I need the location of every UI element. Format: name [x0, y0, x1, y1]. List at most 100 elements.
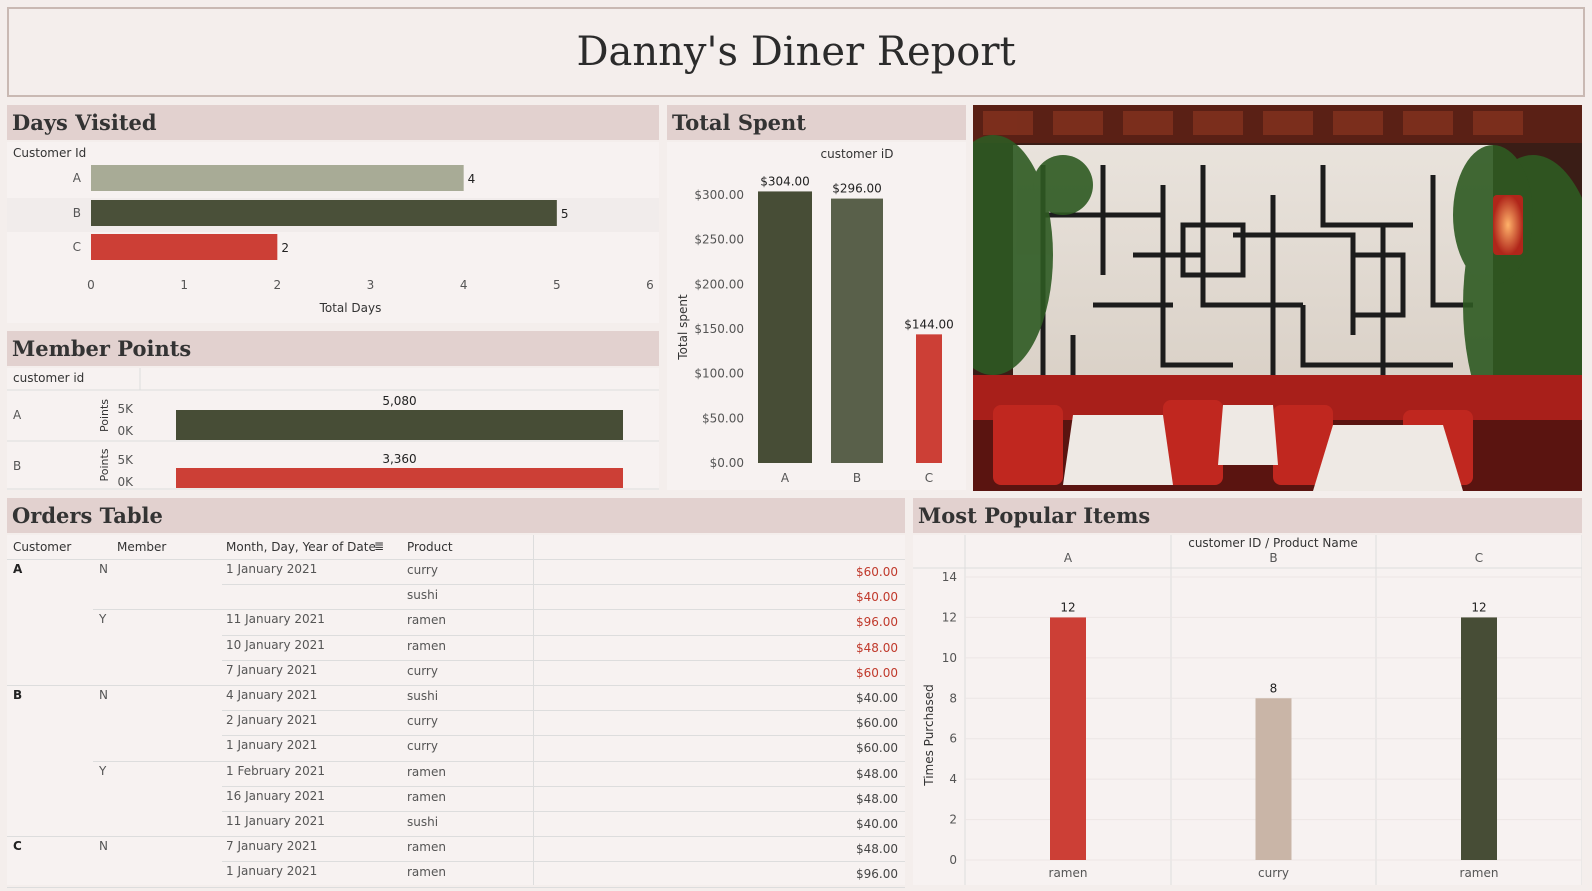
popular-items-chart[interactable]: customer ID / Product Name 0 2 4 6 8 10 12 14 Tim… — [913, 535, 1583, 885]
table-customer-cell: B — [13, 688, 23, 702]
bar-value-label: $144.00 — [904, 317, 954, 331]
bar-B — [831, 198, 883, 463]
y-tick-label: $100.00 — [694, 367, 744, 381]
table-price-cell: $96.00 — [856, 615, 898, 630]
row-divider — [222, 634, 905, 636]
y-tick-label: 8 — [949, 691, 957, 705]
table-product-cell: sushi — [407, 689, 439, 703]
tick-label: 0K — [117, 424, 134, 438]
group-label: B — [1269, 551, 1277, 565]
row-divider — [7, 836, 905, 838]
bar-value-label: 4 — [468, 172, 476, 186]
table-member-cell: Y — [99, 763, 107, 778]
category-label: B — [853, 471, 861, 485]
row-divider — [222, 735, 905, 737]
y-tick-label: 0 — [949, 853, 957, 867]
table-member-cell: N — [99, 688, 108, 702]
bar-C — [1461, 617, 1497, 860]
bar-value-label: $304.00 — [760, 174, 810, 188]
table-product-cell: ramen — [407, 840, 446, 855]
report-title: Danny's Diner Report — [576, 29, 1016, 75]
y-tick-label: 6 — [949, 732, 957, 746]
orders-table[interactable]: Customer Member Month, Day, Year of Date Pr… — [7, 535, 905, 888]
column-header[interactable]: Month, Day, Year of Date — [226, 540, 376, 554]
tick-label: 0K — [117, 475, 134, 489]
table-price-cell: $60.00 — [856, 741, 898, 756]
x-tick-label: 3 — [367, 278, 375, 292]
bar-value-label: 2 — [281, 241, 289, 255]
x-tick-label: 5 — [553, 278, 561, 292]
table-price-cell: $48.00 — [856, 791, 898, 806]
x-tick-label: 2 — [274, 278, 282, 292]
table-product-cell: sushi — [407, 588, 439, 603]
member-points-col-header: customer id — [13, 371, 84, 385]
popular-items-panel: customer ID / Product Name 0 2 4 6 8 10 12 14 Tim… — [913, 535, 1583, 885]
category-label: A — [73, 171, 82, 185]
x-tick-label: 0 — [87, 278, 95, 292]
table-member-cell: N — [99, 562, 108, 576]
y-tick-label: 2 — [949, 813, 957, 827]
popular-items-top-label: customer ID / Product Name — [1188, 536, 1358, 550]
table-price-cell: $60.00 — [856, 716, 898, 731]
table-member-cell: Y — [99, 612, 107, 627]
total-spent-chart[interactable]: customer iD $0.00 $50.00 $100.00 $150.00 $200… — [667, 142, 966, 490]
table-date-cell: 11 January 2021 — [226, 814, 325, 828]
y-tick-label: 14 — [942, 570, 957, 584]
sort-icon[interactable]: ≣ — [374, 539, 384, 553]
table-product-cell: ramen — [407, 638, 446, 653]
total-spent-top-label: customer iD — [821, 147, 894, 161]
table-product-cell: curry — [407, 663, 438, 678]
bar-B — [91, 200, 557, 226]
category-label: C — [925, 471, 933, 485]
bar-C — [916, 334, 942, 463]
bar-A — [176, 410, 623, 440]
member-points-chart[interactable]: customer id A Points 5K 0K 5,080 B Points 5K 0K 3,… — [7, 368, 659, 490]
restaurant-photo — [973, 105, 1582, 491]
orders-table-panel: Customer Member Month, Day, Year of Date Pr… — [7, 535, 905, 888]
bar-A — [758, 191, 812, 463]
row-divider — [222, 861, 905, 863]
table-price-cell: $48.00 — [856, 640, 898, 655]
category-label: C — [73, 240, 81, 254]
table-date-cell: 16 January 2021 — [226, 788, 325, 803]
column-header[interactable]: Customer — [13, 540, 71, 554]
table-date-cell: 7 January 2021 — [226, 662, 318, 677]
bar-value-label: 3,360 — [382, 452, 416, 466]
y-tick-label: $150.00 — [694, 322, 744, 336]
row-divider — [222, 659, 905, 661]
bar-value-label: 12 — [1471, 600, 1486, 614]
axis-label: Points — [98, 448, 111, 481]
category-label: B — [13, 459, 21, 473]
y-axis-label: Total spent — [676, 294, 690, 361]
orders-table-header: Orders Table — [7, 498, 905, 533]
bar-value-label: 5,080 — [382, 394, 416, 408]
y-tick-label: $300.00 — [694, 188, 744, 202]
table-date-cell: 1 February 2021 — [226, 763, 325, 778]
table-date-cell: 7 January 2021 — [226, 839, 318, 854]
bar-value-label: 12 — [1060, 600, 1075, 614]
column-header[interactable]: Member — [117, 540, 166, 554]
row-divider — [7, 685, 905, 686]
x-axis-label: Total Days — [319, 301, 382, 315]
category-label: A — [13, 408, 22, 422]
table-date-cell: 4 January 2021 — [226, 688, 318, 702]
table-product-cell: sushi — [407, 815, 439, 829]
table-date-cell: 1 January 2021 — [226, 864, 318, 879]
total-spent-panel: customer iD $0.00 $50.00 $100.00 $150.00 $200… — [667, 142, 966, 490]
table-price-cell: $40.00 — [856, 691, 898, 705]
column-header[interactable]: Product — [407, 540, 453, 554]
axis-label: Points — [98, 399, 111, 432]
bar-value-label: $296.00 — [832, 182, 882, 196]
bar-value-label: 8 — [1270, 681, 1278, 695]
table-date-cell: 2 January 2021 — [226, 713, 318, 728]
restaurant-photo-icon — [973, 105, 1582, 491]
table-price-cell: $40.00 — [856, 817, 898, 831]
bar-C — [91, 234, 278, 260]
bar-value-label: 5 — [561, 207, 569, 221]
table-price-cell: $60.00 — [856, 565, 898, 579]
y-tick-label: $50.00 — [702, 411, 744, 425]
days-visited-chart[interactable]: Customer Id A 4 B 5 C 2 0 1 2 3 4 5 6 Total Days — [7, 142, 659, 323]
days-visited-header: Days Visited — [7, 105, 659, 140]
y-tick-label: 12 — [942, 610, 957, 624]
total-spent-header: Total Spent — [667, 105, 966, 140]
